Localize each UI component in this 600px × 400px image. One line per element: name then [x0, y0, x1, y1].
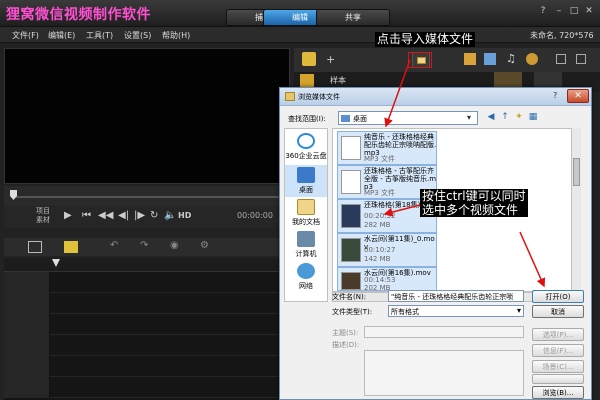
annotation-arrows — [383, 59, 546, 288]
app-window: 狸窝微信视频制作软件 捕获 编辑 共享 ? – □ ✕ 文件(F) 编辑(E) … — [0, 0, 600, 400]
open-arrow — [519, 231, 546, 288]
files-arrow — [383, 204, 421, 217]
import-arrow — [384, 59, 411, 128]
